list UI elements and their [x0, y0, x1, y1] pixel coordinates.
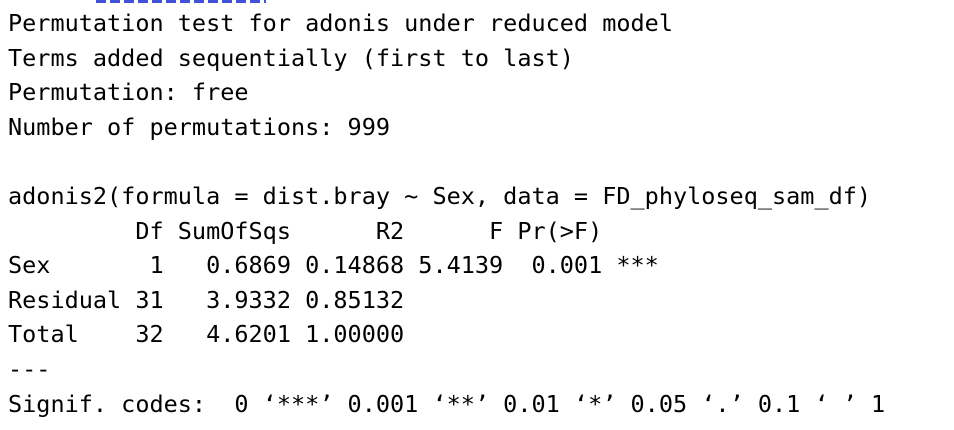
- adonis-result-text: Permutation test for adonis under reduce…: [8, 6, 885, 421]
- permutation-test-title: Permutation test for adonis under reduce…: [8, 9, 673, 37]
- clipped-previous-line: [96, 0, 266, 3]
- terms-added-line: Terms added sequentially (first to last): [8, 43, 574, 72]
- anova-row-total: Total 32 4.6201 1.00000: [8, 320, 603, 349]
- adonis2-call-line: adonis2(formula = dist.bray ~ Sex, data …: [8, 181, 872, 210]
- anova-table-header: Df SumOfSqs R2 F Pr(>F): [8, 216, 659, 245]
- separator-line: ---: [8, 354, 51, 383]
- anova-row-residual: Residual 31 3.9332 0.85132: [8, 285, 603, 314]
- anova-row-sex: Sex 1 0.6869 0.14868 5.4139 0.001 ***: [8, 251, 659, 280]
- number-of-permutations-line: Number of permutations: 999: [8, 112, 391, 141]
- r-console-output: Permutation test for adonis under reduce…: [0, 0, 954, 430]
- permutation-type-line: Permutation: free: [8, 78, 249, 107]
- signif-codes-line: Signif. codes: 0 ‘***’ 0.001 ‘**’ 0.01 ‘…: [8, 389, 886, 418]
